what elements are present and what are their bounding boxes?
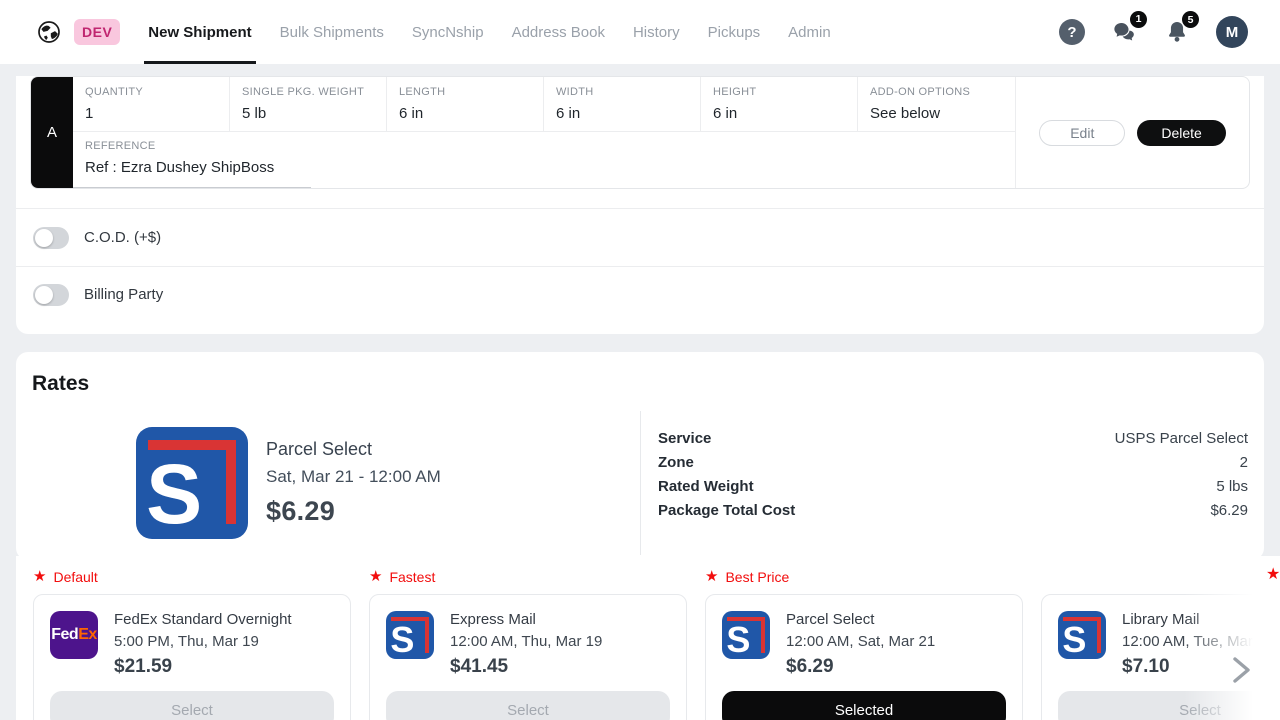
rate-details: Service USPS Parcel Select Zone 2 Rated … [640,411,1264,555]
detail-package-total-cost: Package Total Cost $6.29 [658,502,1248,519]
chevron-right-icon [1229,656,1253,684]
package-row: A QUANTITY 1 SINGLE PKG. WEIGHT 5 lb LEN… [30,76,1250,189]
cod-row: C.O.D. (+$) [16,208,1264,266]
fedex-carrier-logo: FedEx [50,611,98,659]
option-price: $21.59 [114,656,292,678]
edit-button[interactable]: Edit [1039,120,1125,146]
package-section: A QUANTITY 1 SINGLE PKG. WEIGHT 5 lb LEN… [16,76,1264,334]
top-nav: DEV New Shipment Bulk Shipments SyncNshi… [0,0,1280,64]
rate-options-carousel: ★ Default FedEx FedEx Standard Overnight… [16,556,1280,720]
notifications-button[interactable]: 5 [1164,19,1190,45]
nav-item-history[interactable]: History [633,0,680,64]
nav-icon-cluster: ? 1 5 M [1059,16,1248,48]
usps-carrier-logo: S [722,611,770,659]
package-actions: Edit Delete [1015,77,1249,188]
star-icon: ★ [369,569,382,584]
nav-item-new-shipment[interactable]: New Shipment [148,0,251,64]
option-delivery: 12:00 AM, Thu, Mar 19 [450,633,602,650]
carousel-next-button[interactable] [1228,656,1254,684]
star-icon: ★ [33,569,46,584]
rate-service-name: Parcel Select [266,439,441,460]
field-height: HEIGHT 6 in [701,77,858,131]
billing-party-toggle[interactable] [33,284,69,306]
usps-carrier-logo: S [386,611,434,659]
rate-option-library-mail: S Library Mail 12:00 AM, Tue, Mar 2 $7.1… [1041,569,1280,720]
field-quantity: QUANTITY 1 [73,77,230,131]
help-button[interactable]: ? [1059,19,1085,45]
option-service-name: Express Mail [450,611,602,628]
field-reference: REFERENCE Ref : Ezra Dushey ShipBoss [73,132,1015,188]
delete-button[interactable]: Delete [1137,120,1225,146]
detail-service: Service USPS Parcel Select [658,430,1248,447]
notifications-count-badge: 5 [1182,11,1199,28]
selected-rate-button[interactable]: Selected [722,691,1006,720]
usps-carrier-logo: S [1058,611,1106,659]
globe-logo-icon [37,20,61,44]
messages-count-badge: 1 [1130,11,1147,28]
option-price: $41.45 [450,656,602,678]
field-length: LENGTH 6 in [387,77,544,131]
cod-label: C.O.D. (+$) [84,229,161,246]
toggle-knob [35,229,53,247]
rate-option-fastest: ★ Fastest S Express Mail 12:00 AM, Thu, … [369,569,687,720]
detail-rated-weight: Rated Weight 5 lbs [658,478,1248,495]
nav-item-admin[interactable]: Admin [788,0,831,64]
option-price: $6.29 [786,656,935,678]
cod-toggle[interactable] [33,227,69,249]
option-delivery: 5:00 PM, Thu, Mar 19 [114,633,292,650]
select-rate-button[interactable]: Select [386,691,670,720]
env-badge: DEV [74,19,120,45]
usps-carrier-logo: S [136,427,248,539]
rate-card: S Parcel Select 12:00 AM, Sat, Mar 21 $6… [705,594,1023,720]
nav-item-pickups[interactable]: Pickups [708,0,761,64]
rate-option-default: ★ Default FedEx FedEx Standard Overnight… [33,569,351,720]
tag-best-price: Best Price [725,569,789,585]
shipping-app-page: DEV New Shipment Bulk Shipments SyncNshi… [0,0,1280,720]
user-avatar[interactable]: M [1216,16,1248,48]
option-service-name: FedEx Standard Overnight [114,611,292,628]
rate-delivery-date: Sat, Mar 21 - 12:00 AM [266,467,441,487]
package-row-label: A [31,77,73,188]
selected-rate-summary: S Parcel Select Sat, Mar 21 - 12:00 AM $… [16,411,1264,555]
clipped-tag-star-icon: ★ [1266,567,1280,583]
option-service-name: Library Mail [1122,611,1265,628]
nav-item-bulk-shipments[interactable]: Bulk Shipments [280,0,384,64]
billing-party-row: Billing Party [16,266,1264,322]
help-icon: ? [1059,19,1085,45]
detail-zone: Zone 2 [658,454,1248,471]
billing-party-label: Billing Party [84,286,163,303]
reference-input-underline [73,187,311,188]
nav-item-syncnship[interactable]: SyncNship [412,0,484,64]
tag-default: Default [53,569,97,585]
rates-section: Rates S Parcel Select Sat, Mar 21 - 12:0… [16,352,1264,560]
messages-button[interactable]: 1 [1111,19,1138,46]
field-addon-options: ADD-ON OPTIONS See below [858,77,1015,131]
nav-item-address-book[interactable]: Address Book [512,0,605,64]
option-delivery: 12:00 AM, Tue, Mar 2 [1122,633,1265,650]
select-rate-button[interactable]: Select [50,691,334,720]
field-width: WIDTH 6 in [544,77,701,131]
toggle-knob [35,286,53,304]
field-single-pkg-weight: SINGLE PKG. WEIGHT 5 lb [230,77,387,131]
rate-option-best-price: ★ Best Price S Parcel Select 12:00 AM, S… [705,569,1023,720]
option-delivery: 12:00 AM, Sat, Mar 21 [786,633,935,650]
select-rate-button[interactable]: Select [1058,691,1280,720]
star-icon: ★ [705,569,718,584]
rate-card: FedEx FedEx Standard Overnight 5:00 PM, … [33,594,351,720]
reference-input[interactable]: Ref : Ezra Dushey ShipBoss [85,159,1015,176]
option-service-name: Parcel Select [786,611,935,628]
tag-fastest: Fastest [389,569,435,585]
rate-card: S Express Mail 12:00 AM, Thu, Mar 19 $41… [369,594,687,720]
rate-price: $6.29 [266,496,441,527]
rates-title: Rates [16,352,1264,396]
